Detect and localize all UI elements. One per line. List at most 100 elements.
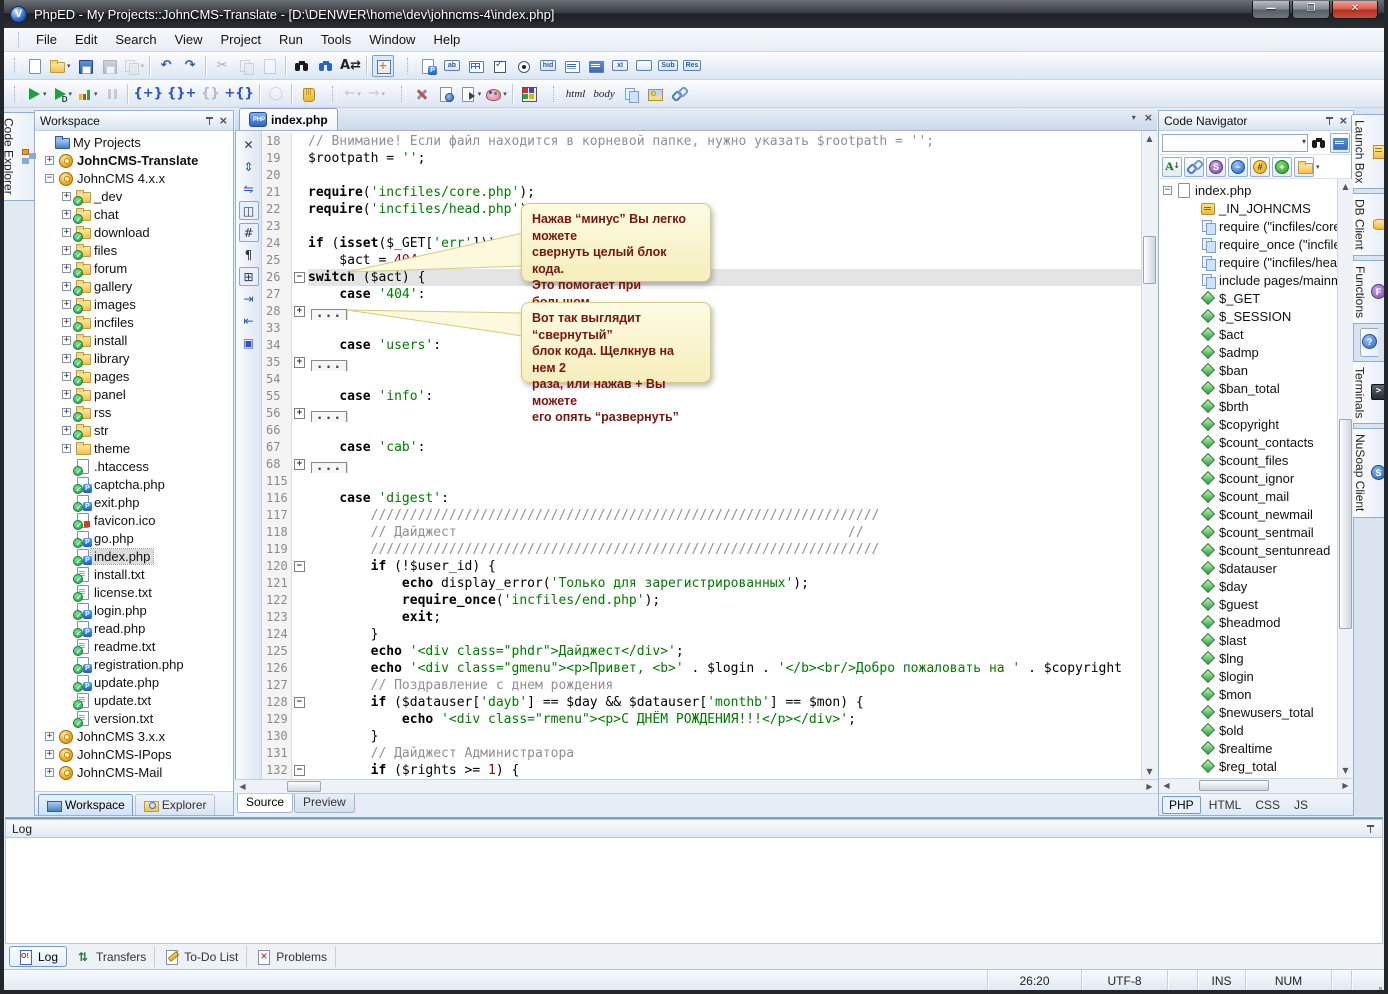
pause-icon[interactable] — [101, 83, 123, 105]
code-line[interactable]: 123 exit; — [262, 609, 1141, 626]
expand-icon[interactable]: + — [45, 732, 54, 741]
tree-item-require-incfiles-core.php[interactable]: require ("incfiles/core.php — [1159, 217, 1353, 235]
tree-item-update.txt[interactable]: update.txt — [35, 691, 233, 709]
appearance-icon[interactable]: ▾ — [484, 83, 508, 105]
expand-icon[interactable]: + — [62, 444, 71, 453]
code-line[interactable]: 121 echo display_error('Только для зарег… — [262, 575, 1141, 592]
split-view-icon[interactable]: ⇕ — [239, 157, 259, 176]
tree-item-pages[interactable]: +pages — [35, 367, 233, 385]
fold-collapse-icon[interactable]: − — [294, 765, 305, 776]
scroll-up-icon[interactable]: ▲ — [1338, 179, 1353, 194]
tree-item-read.php[interactable]: read.php — [35, 619, 233, 637]
scroll-left-icon[interactable]: ◀ — [235, 780, 250, 794]
indent-icon[interactable]: ⇥ — [239, 289, 259, 308]
word-wrap-icon[interactable]: ⇋ — [239, 179, 259, 198]
code-line[interactable]: 129 echo '<div class="rmenu"><p>С ДНЁМ Р… — [262, 711, 1141, 728]
log-content[interactable] — [5, 838, 1383, 944]
tree-item--_SESSION[interactable]: $_SESSION — [1159, 307, 1353, 325]
tree-item-captcha.php[interactable]: captcha.php — [35, 475, 233, 493]
insert-submit-icon[interactable]: Sub — [657, 55, 679, 77]
insert-box-icon[interactable] — [633, 55, 655, 77]
step-over-icon[interactable]: {}+ — [166, 83, 197, 105]
code-line[interactable]: 122 require_once('incfiles/end.php'); — [262, 592, 1141, 609]
restore-button[interactable]: ❐ — [1292, 1, 1330, 19]
code-line[interactable]: 68+... — [262, 456, 1141, 473]
editor-vertical-scrollbar[interactable]: ▲ ▼ — [1141, 131, 1157, 779]
accounts-icon[interactable] — [435, 83, 457, 105]
tab-html[interactable]: HTML — [1203, 797, 1248, 813]
find-in-files-icon[interactable] — [315, 55, 337, 77]
tree-item-JohnCMS-Translate[interactable]: +JohnCMS-Translate — [35, 151, 233, 169]
code-line[interactable]: 115 — [262, 473, 1141, 490]
collapsed-code-box[interactable]: ... — [311, 411, 347, 422]
sidebar-tab-launch-box[interactable]: Launch Box — [1351, 114, 1388, 189]
collapse-icon[interactable]: − — [1163, 186, 1172, 195]
tree-item-rss[interactable]: +rss — [35, 403, 233, 421]
sidebar-tab-nusoap-client[interactable]: SNuSoap Client — [1351, 428, 1387, 517]
code-line[interactable]: 19$rootpath = ''; — [262, 150, 1141, 167]
expand-icon[interactable]: + — [62, 354, 71, 363]
code-line[interactable]: 55 case 'info': — [262, 388, 1141, 405]
code-line[interactable]: 117 ////////////////////////////////////… — [262, 507, 1141, 524]
insert-table-icon[interactable] — [465, 55, 487, 77]
navigator-horizontal-scrollbar[interactable]: ◀ ▶ — [1159, 778, 1353, 793]
code-line[interactable]: 27 case '404': — [262, 286, 1141, 303]
tree-item-version.txt[interactable]: version.txt — [35, 709, 233, 727]
insert-form-icon[interactable] — [417, 55, 439, 77]
tab-css[interactable]: CSS — [1249, 797, 1286, 813]
goto-source-icon[interactable] — [1294, 157, 1314, 177]
colors-icon[interactable] — [518, 83, 540, 105]
scroll-right-icon[interactable]: ▶ — [1338, 779, 1353, 793]
undo-icon[interactable]: ↶ — [155, 55, 177, 77]
code-line[interactable]: 126 echo '<div class="gmenu"><p>Привет, … — [262, 660, 1141, 677]
tree-item--old[interactable]: $old — [1159, 721, 1353, 739]
fold-expand-icon[interactable]: + — [294, 459, 305, 470]
tree-item--newusers_total[interactable]: $newusers_total — [1159, 703, 1353, 721]
resize-grip-icon[interactable] — [1368, 970, 1384, 992]
code-line[interactable]: 119 ////////////////////////////////////… — [262, 541, 1141, 558]
expand-icon[interactable]: + — [62, 372, 71, 381]
line-numbers-icon[interactable]: # — [239, 223, 259, 242]
replace-icon[interactable]: A⇄ — [339, 55, 362, 77]
tree-item--guest[interactable]: $guest — [1159, 595, 1353, 613]
code-line[interactable]: 21require('incfiles/core.php'); — [262, 184, 1141, 201]
tree-item--lng[interactable]: $lng — [1159, 649, 1353, 667]
minimize-button[interactable]: — — [1252, 1, 1290, 19]
code-line[interactable]: 18// Внимание! Если файл находится в кор… — [262, 133, 1141, 150]
save-icon[interactable] — [74, 55, 96, 77]
insert-textarea-icon[interactable]: xI — [609, 55, 631, 77]
sort-alpha-icon[interactable] — [1162, 157, 1182, 177]
break-icon[interactable] — [297, 83, 319, 105]
tab-list-icon[interactable]: ▾ — [1132, 113, 1136, 122]
expand-icon[interactable]: + — [45, 768, 54, 777]
tab-preview[interactable]: Preview — [294, 794, 355, 813]
pin-icon[interactable] — [206, 116, 215, 125]
expand-icon[interactable]: + — [62, 228, 71, 237]
cut-icon[interactable]: ✂ — [211, 55, 233, 77]
expand-icon[interactable]: + — [62, 336, 71, 345]
tree-item--last[interactable]: $last — [1159, 631, 1353, 649]
run-to-cursor-icon[interactable]: +{} — [223, 83, 254, 105]
select-frame-icon[interactable] — [372, 55, 394, 77]
collapsed-code-box[interactable]: ... — [311, 360, 347, 371]
tree-item-incfiles[interactable]: +incfiles — [35, 313, 233, 331]
collapse-icon[interactable]: − — [1228, 157, 1248, 177]
tree-item-gallery[interactable]: +gallery — [35, 277, 233, 295]
insert-checkbox-icon[interactable] — [489, 55, 511, 77]
tab-php[interactable]: PHP — [1162, 796, 1201, 814]
code-line[interactable]: 127 // Поздравление с днем рождения — [262, 677, 1141, 694]
list-view-icon[interactable] — [1330, 133, 1350, 153]
insert-hidden-icon[interactable]: hid — [537, 55, 559, 77]
show-defines-icon[interactable]: # — [1250, 157, 1270, 177]
scrollbar-thumb[interactable] — [1143, 236, 1156, 284]
expand-icon[interactable]: + — [62, 246, 71, 255]
insert-combobox-icon[interactable] — [585, 55, 607, 77]
insert-image-icon[interactable] — [644, 83, 666, 105]
code-line[interactable]: 132− if ($rights >= 1) { — [262, 762, 1141, 779]
tree-item-download[interactable]: +download — [35, 223, 233, 241]
navigate-back-icon[interactable]: ←▾ — [342, 83, 364, 105]
tree-item-require-incfiles-head.ph[interactable]: require ("incfiles/head.ph — [1159, 253, 1353, 271]
code-line[interactable]: 120− if (!$user_id) { — [262, 558, 1141, 575]
tree-item--headmod[interactable]: $headmod — [1159, 613, 1353, 631]
tree-item-go.php[interactable]: go.php — [35, 529, 233, 547]
